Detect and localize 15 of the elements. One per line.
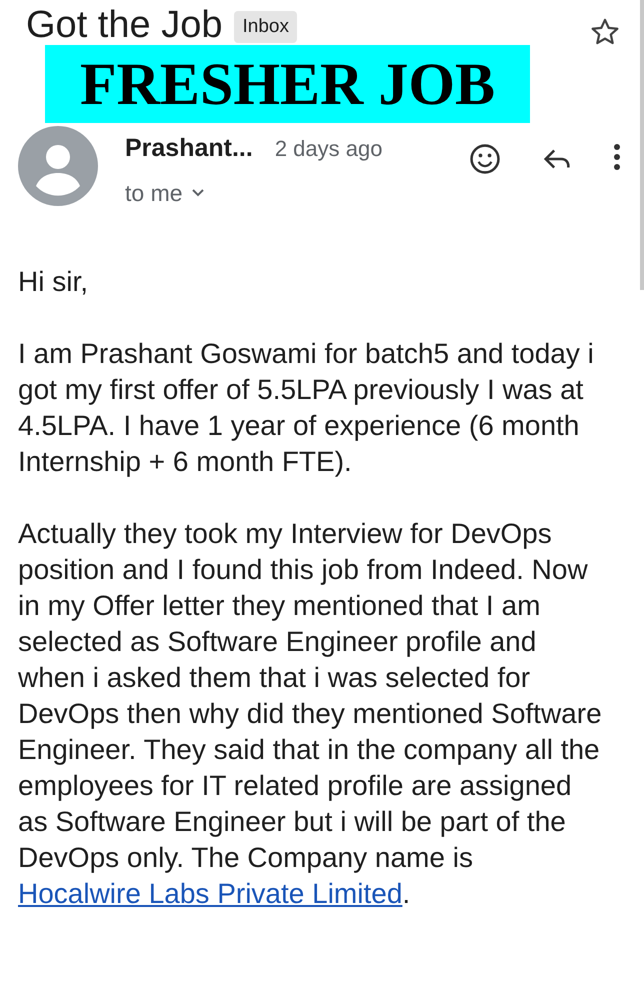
body-paragraph: Actually they took my Interview for DevOps position and I found this job from Indeed. Now in my Offer letter they mentioned that I am selected as Software Engineer profile and when i asked them that i was selected for DevOps then why did they mentioned Software Engineer. They said that in the company all the employees for IT related profile are assigned as Software Engineer but i will be part of the DevOps only. The Company name is Hocalwire Labs Private Limited. [18,517,603,911]
body-paragraph: Hi sir, [18,265,89,299]
avatar-icon[interactable] [18,126,98,206]
timestamp: 2 days ago [274,135,382,163]
recipient-dropdown[interactable]: to me [125,176,382,210]
email-subject: Got the Job [26,6,222,44]
overlay-banner: FRESHER JOB [45,45,530,123]
more-options-icon[interactable] [612,142,622,172]
inbox-label[interactable]: Inbox [234,10,297,44]
company-link[interactable]: Hocalwire Labs Private Limited [18,878,402,909]
scrollbar[interactable] [640,0,644,290]
sender-name: Prashant... [125,133,253,164]
body-paragraph: I am Prashant Goswami for batch5 and today i got my first offer of 5.5LPA previously I was at 4.5LPA. I have 1 year of experience (6 month Internship + 6 month FTE). [18,337,595,479]
chevron-down-icon [190,188,205,198]
emoji-icon[interactable] [468,142,502,176]
